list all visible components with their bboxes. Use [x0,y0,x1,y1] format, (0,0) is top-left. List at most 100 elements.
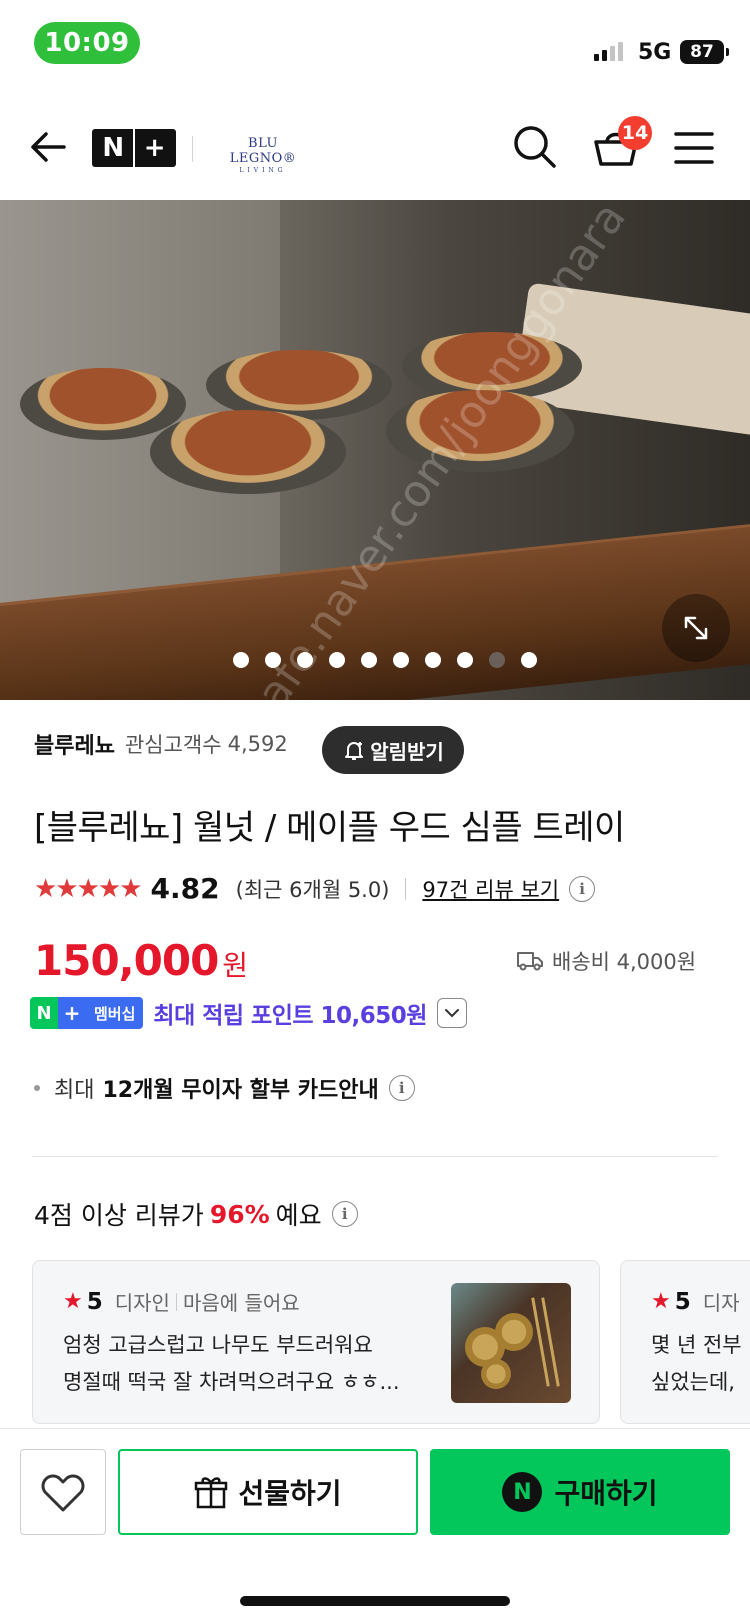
buy-button[interactable]: N 구매하기 [430,1449,730,1535]
battery-icon: 87 [680,40,729,64]
naver-n-icon: N [502,1472,543,1512]
membership-label: 멤버십 [86,997,144,1029]
carousel-dot[interactable] [361,652,377,668]
naver-plus-logo[interactable]: N + [92,129,176,167]
rating-row: ★★★★★ 4.82 (최근 6개월 5.0) 97건 리뷰 보기 i [34,872,596,905]
carousel-dot[interactable] [233,652,249,668]
bottom-action-bar: 선물하기 N 구매하기 [0,1428,750,1624]
review-text: 몇 년 전부 싶었는데, [651,1327,750,1401]
photo-bowl [481,1359,511,1389]
carousel-dot[interactable] [393,652,409,668]
fan-label: 관심고객수 [124,733,222,757]
review-photo[interactable] [451,1283,571,1403]
carousel-indicator [0,652,750,668]
gift-button[interactable]: 선물하기 [118,1449,418,1535]
review-line: 명절때 떡국 잘 차려먹으려구요 ㅎㅎ... [63,1370,400,1394]
gift-label: 선물하기 [238,1477,342,1510]
bell-plus-icon [345,742,364,760]
carousel-dot[interactable] [329,652,345,668]
arrow-left-icon [31,132,66,162]
carousel-dot[interactable] [265,652,281,668]
logo-n: N [102,133,125,163]
truck-icon [517,952,543,971]
info-icon[interactable]: i [569,875,596,902]
home-indicator [240,1596,510,1606]
brand-logo[interactable]: BLU LEGNO® LIVING [218,136,308,174]
review-card-head: ★ 5 디자인 마음에 들어요 [63,1287,300,1316]
review-line: 엄청 고급스럽고 나무도 부드러워요 [63,1333,373,1357]
review-card[interactable]: ★ 5 디자인 마음에 들어요 엄청 고급스럽고 나무도 부드러워요 명절때 떡… [32,1260,600,1424]
review-line: 싶었는데, [651,1370,735,1394]
membership-n: N [30,997,58,1029]
review-tag: 디자인 [114,1291,170,1315]
logo-plus: + [143,133,166,163]
photo-chopstick [531,1297,550,1387]
search-button[interactable] [510,122,560,172]
review-summary-pre: 4점 이상 리뷰가 [34,1201,204,1230]
rating-stars: ★★★★★ [34,873,143,904]
review-summary-pct: 96% [209,1199,270,1229]
carousel-dot[interactable] [425,652,441,668]
carousel-dot[interactable] [297,652,313,668]
carousel-dot[interactable] [457,652,473,668]
installment-text: 12개월 무이자 할부 카드안내 [102,1078,379,1103]
wishlist-button[interactable] [20,1449,106,1535]
rating-separator [405,877,407,900]
review-text: 엄청 고급스럽고 나무도 부드러워요 명절때 떡국 잘 차려먹으려구요 ㅎㅎ..… [63,1327,439,1401]
price-row: 150,000 원 [34,936,248,985]
buy-label: 구매하기 [554,1477,658,1510]
price-value: 150,000 [34,936,219,985]
photo-bowl [495,1313,533,1351]
gift-icon [195,1477,228,1509]
logo-divider [192,136,193,162]
review-tag: 마음에 들어요 [182,1291,300,1315]
review-line: 몇 년 전부 [651,1333,742,1357]
installment-row[interactable]: 최대 12개월 무이자 할부 카드안내 i [34,1072,415,1104]
review-tag: 디자 [702,1291,740,1315]
membership-plus: + [58,997,86,1029]
status-time: 10:09 [34,22,140,64]
expand-button[interactable] [662,594,730,662]
info-icon[interactable]: i [388,1075,415,1101]
info-icon[interactable]: i [331,1201,358,1227]
point-dropdown-button[interactable] [436,998,467,1028]
brand-logo-main: BLU LEGNO® [229,136,297,166]
search-icon [514,126,556,168]
bullet [34,1085,40,1091]
signal-icon [594,42,623,61]
review-summary-post: 예요 [275,1201,322,1230]
hero-bowl [150,410,346,494]
heart-icon [41,1474,85,1512]
shipping-text: 배송비 4,000원 [552,950,697,974]
back-button[interactable] [26,124,72,170]
review-score: 5 [86,1288,103,1315]
store-row: 블루레뇨 관심고객수 4,592 [34,728,288,760]
product-image-carousel[interactable]: cafe.naver.com/joonggonara [0,200,750,700]
review-card[interactable]: ★ 5 디자 몇 년 전부 싶었는데, [620,1260,750,1424]
installment-pre: 최대 [54,1078,95,1103]
membership-badge: N + 멤버십 [30,997,144,1029]
chevron-down-icon [444,1009,459,1018]
fan-count: 4,592 [227,732,288,756]
shipping-info: 배송비 4,000원 [516,946,696,976]
review-score: 5 [674,1288,691,1315]
carousel-dot[interactable] [489,652,505,668]
review-tag-separator [175,1292,177,1311]
hero-bowl [20,368,186,440]
alarm-button[interactable]: 알림받기 [322,726,464,774]
carousel-dot[interactable] [521,652,537,668]
expand-icon [684,616,708,640]
network-type: 5G [638,40,672,65]
review-link[interactable]: 97건 리뷰 보기 [422,874,559,904]
max-point-text: 최대 적립 포인트 10,650원 [153,1003,427,1029]
header: N + BLU LEGNO® LIVING 14 [0,96,750,200]
status-bar: 10:09 5G 87 [0,0,750,96]
store-name[interactable]: 블루레뇨 [34,728,115,760]
star-icon: ★ [63,1289,83,1314]
brand-logo-sub: LIVING [239,167,287,174]
menu-button[interactable] [672,128,716,168]
rating-recent: (최근 6개월 5.0) [235,877,390,902]
review-summary: 4점 이상 리뷰가 96% 예요 i [34,1196,358,1232]
product-title: [블루레뇨] 월넛 / 메이플 우드 심플 트레이 [34,808,625,848]
divider [32,1156,718,1157]
